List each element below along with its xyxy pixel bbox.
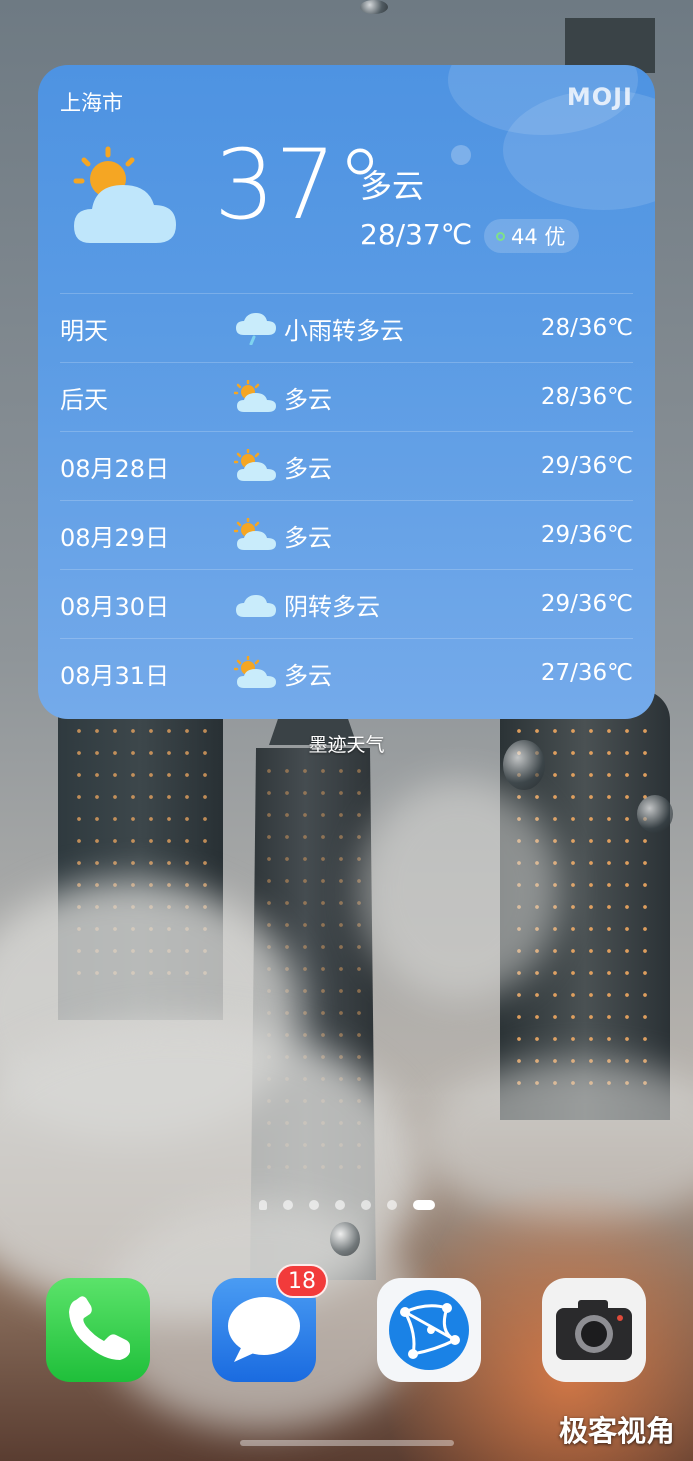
forecast-day: 后天 xyxy=(60,385,108,414)
page-dot[interactable] xyxy=(386,1200,397,1210)
forecast-row: 08月28日 多云 29/36℃ xyxy=(60,431,633,500)
city-name: 上海市 xyxy=(60,91,123,115)
forecast-row: 后天 多云 28/36℃ xyxy=(60,362,633,431)
notification-badge: 18 xyxy=(276,1264,328,1298)
aqi-dot-icon xyxy=(496,231,505,241)
aqi-value: 44 优 xyxy=(511,225,566,249)
raindrop xyxy=(360,0,388,14)
forecast-desc: 多云 xyxy=(284,385,332,414)
page-dot[interactable] xyxy=(334,1200,345,1210)
wallpaper-fog xyxy=(360,780,560,1000)
partly-cloudy-icon xyxy=(234,380,276,412)
phone-icon xyxy=(69,1296,130,1360)
partly-cloudy-icon xyxy=(73,146,176,243)
partly-cloudy-icon xyxy=(234,656,276,688)
camera-icon xyxy=(556,1300,632,1360)
page-dot[interactable] xyxy=(308,1200,319,1210)
widget-label: 墨迹天气 xyxy=(308,734,385,756)
forecast-day: 08月29日 xyxy=(60,523,170,552)
forecast-row: 明天 小雨转多云 28/36℃ xyxy=(60,293,633,362)
forecast-desc: 多云 xyxy=(284,454,332,483)
browser-app[interactable] xyxy=(377,1278,481,1382)
forecast-day: 明天 xyxy=(60,316,108,345)
partly-cloudy-icon xyxy=(234,518,276,550)
raindrop xyxy=(637,795,673,833)
raindrop xyxy=(330,1222,360,1256)
forecast-desc: 多云 xyxy=(284,661,332,690)
page-dot[interactable] xyxy=(360,1200,371,1210)
home-indicator[interactable] xyxy=(240,1440,454,1446)
cloud-icon xyxy=(236,595,276,617)
forecast-row: 08月29日 多云 29/36℃ xyxy=(60,500,633,569)
page-dot-hint-icon[interactable] xyxy=(258,1200,267,1210)
weather-widget[interactable]: 上海市 MOJI 37° 多云 28/37℃ 44 优 明天 小雨转多云 28/… xyxy=(38,65,655,719)
page-dot-active[interactable] xyxy=(412,1200,435,1210)
moji-logo: MOJI xyxy=(566,83,633,111)
forecast-desc: 小雨转多云 xyxy=(284,316,404,345)
forecast-list: 明天 小雨转多云 28/36℃ 后天 多云 28/36℃ 08月28日 多云 2… xyxy=(60,293,633,707)
aqi-badge: 44 优 xyxy=(484,219,580,253)
phone-app[interactable] xyxy=(46,1278,150,1382)
today-temp-range: 28/37℃ xyxy=(360,218,473,251)
forecast-day: 08月31日 xyxy=(60,661,170,690)
current-temperature: 37° xyxy=(214,129,385,241)
decor-bubble xyxy=(451,145,471,165)
page-dot[interactable] xyxy=(282,1200,293,1210)
partly-cloudy-icon xyxy=(234,449,276,481)
forecast-temp: 27/36℃ xyxy=(540,660,633,686)
watermark: 极客视角 xyxy=(558,1414,675,1448)
browser-globe-icon xyxy=(389,1290,469,1370)
forecast-temp: 28/36℃ xyxy=(540,315,633,341)
current-condition: 多云 xyxy=(360,167,425,205)
rain-cloud-icon xyxy=(236,313,276,345)
forecast-day: 08月28日 xyxy=(60,454,170,483)
forecast-temp: 29/36℃ xyxy=(540,522,633,548)
page-indicator[interactable] xyxy=(0,1200,693,1210)
forecast-temp: 29/36℃ xyxy=(540,453,633,479)
forecast-row: 08月30日 阴转多云 29/36℃ xyxy=(60,569,633,638)
camera-app[interactable] xyxy=(542,1278,646,1382)
forecast-temp: 29/36℃ xyxy=(540,591,633,617)
forecast-desc: 阴转多云 xyxy=(284,592,380,621)
forecast-temp: 28/36℃ xyxy=(540,384,633,410)
forecast-desc: 多云 xyxy=(284,523,332,552)
forecast-day: 08月30日 xyxy=(60,592,170,621)
forecast-row: 08月31日 多云 27/36℃ xyxy=(60,638,633,707)
